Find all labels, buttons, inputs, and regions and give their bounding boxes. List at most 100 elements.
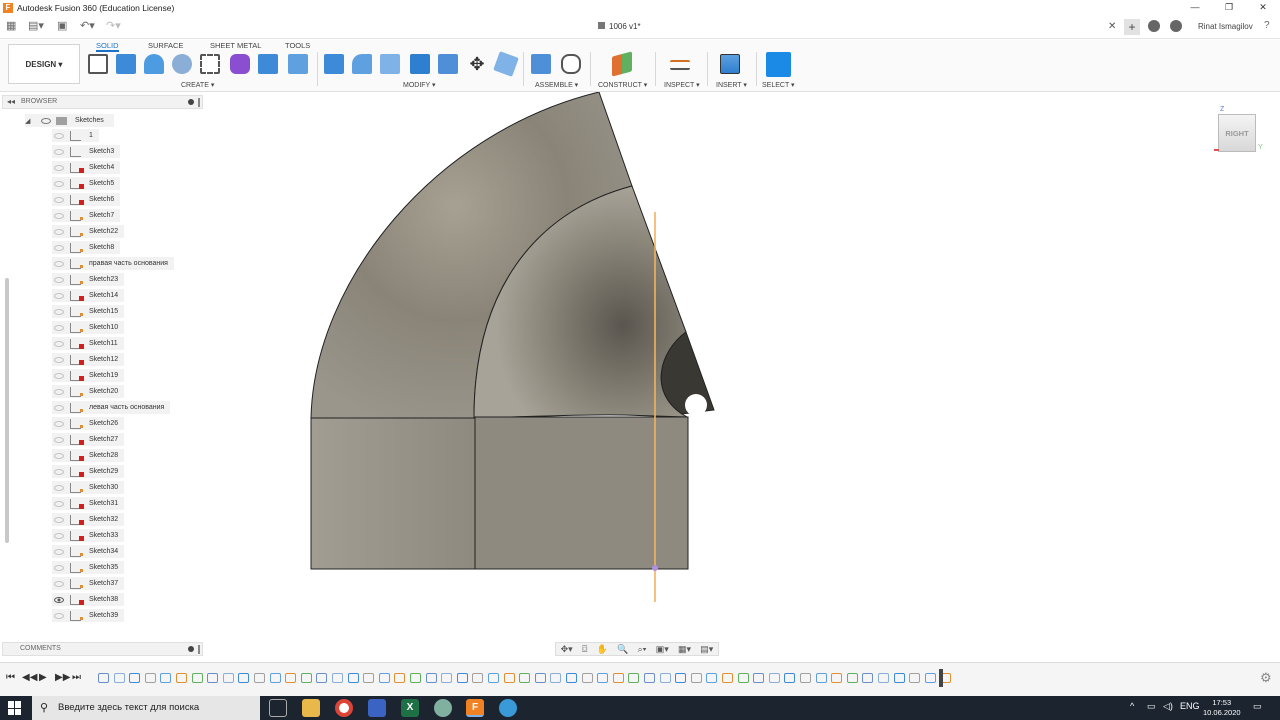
timeline-feature-icon[interactable]: [300, 673, 312, 683]
timeline-feature-icon[interactable]: [846, 673, 858, 683]
combine-icon[interactable]: [410, 54, 430, 74]
visibility-eye-icon[interactable]: [54, 324, 64, 331]
redo-icon[interactable]: ↷▾: [106, 19, 121, 32]
create-menu[interactable]: CREATE ▾: [181, 81, 214, 89]
timeline-feature-icon[interactable]: [191, 673, 203, 683]
browser-sketch-item[interactable]: Sketch29: [52, 465, 125, 478]
timeline-feature-icon[interactable]: [815, 673, 827, 683]
tab-surface[interactable]: SURFACE: [148, 41, 183, 50]
timeline-feature-icon[interactable]: [737, 673, 749, 683]
timeline-feature-icon[interactable]: [534, 673, 546, 683]
visibility-eye-icon[interactable]: [54, 148, 64, 155]
zoom-icon[interactable]: 🔍: [617, 644, 628, 655]
visibility-eye-icon[interactable]: [54, 436, 64, 443]
browser-sketch-item[interactable]: Sketch11: [52, 337, 124, 350]
timeline-feature-icon[interactable]: [800, 673, 811, 683]
volume-icon[interactable]: ◁): [1163, 701, 1173, 712]
browser-sketch-item[interactable]: Sketch26: [52, 417, 125, 430]
timeline-forward-icon[interactable]: ▶▶: [55, 672, 70, 683]
browser-sketch-item[interactable]: Sketch37: [52, 577, 125, 590]
visibility-eye-icon[interactable]: [54, 404, 64, 411]
visibility-eye-icon[interactable]: [54, 164, 64, 171]
job-status-icon[interactable]: [1148, 20, 1160, 32]
browser-sketch-item[interactable]: Sketch35: [52, 561, 125, 574]
timeline-feature-icon[interactable]: [924, 673, 936, 683]
visibility-eye-icon[interactable]: [54, 228, 64, 235]
document-tab[interactable]: 1006 v1*: [598, 22, 641, 31]
timeline-feature-icon[interactable]: [254, 673, 265, 683]
visibility-eye-icon[interactable]: [54, 420, 64, 427]
press-pull-icon[interactable]: [324, 54, 344, 74]
grid-settings-icon[interactable]: ▦▾: [678, 644, 691, 655]
inspect-menu[interactable]: INSPECT ▾: [664, 81, 700, 89]
browser-resize-handle[interactable]: [198, 98, 200, 107]
browser-sketch-item[interactable]: Sketch22: [52, 225, 125, 238]
offset-plane-icon[interactable]: [612, 51, 632, 77]
visibility-eye-icon[interactable]: [54, 596, 64, 603]
visibility-eye-icon[interactable]: [54, 564, 64, 571]
timeline-back-icon[interactable]: ◀◀: [22, 672, 37, 683]
display-settings-icon[interactable]: ▣▾: [656, 644, 669, 655]
timeline-feature-icon[interactable]: [862, 673, 874, 683]
timeline-feature-icon[interactable]: [519, 673, 531, 683]
timeline-feature-icon[interactable]: [394, 673, 406, 683]
extrude-icon[interactable]: [116, 54, 136, 74]
move-copy-icon[interactable]: ✥: [467, 54, 487, 74]
timeline-feature-icon[interactable]: [441, 673, 453, 683]
timeline-feature-icon[interactable]: [628, 673, 640, 683]
pan-icon[interactable]: ✋: [597, 644, 608, 655]
joint-icon[interactable]: [561, 54, 581, 74]
timeline-start-icon[interactable]: ⏮: [6, 672, 15, 683]
save-icon[interactable]: ▣: [57, 19, 67, 32]
undo-icon[interactable]: ↶▾: [80, 19, 95, 32]
browser-sketch-item[interactable]: Sketch30: [52, 481, 125, 494]
close-tab-button[interactable]: ✕: [1108, 21, 1116, 32]
notifications-icon[interactable]: [1170, 20, 1182, 32]
insert-menu[interactable]: INSERT ▾: [716, 81, 747, 89]
browser-pin-icon[interactable]: [188, 99, 194, 105]
modify-menu[interactable]: MODIFY ▾: [403, 81, 436, 89]
visibility-eye-icon[interactable]: [54, 356, 64, 363]
timeline-feature-icon[interactable]: [410, 673, 421, 683]
minimize-button[interactable]: —: [1178, 0, 1212, 15]
browser-sketch-item[interactable]: Sketch27: [52, 433, 125, 446]
fillet-icon[interactable]: [352, 54, 372, 74]
browser-sketch-item[interactable]: Sketch28: [52, 449, 125, 462]
comments-add-icon[interactable]: [188, 646, 194, 652]
visibility-eye-icon[interactable]: [54, 452, 64, 459]
visibility-eye-icon[interactable]: [54, 548, 64, 555]
select-icon[interactable]: [766, 52, 791, 77]
timeline-feature-icon[interactable]: [550, 673, 562, 683]
timeline-feature-icon[interactable]: [753, 673, 765, 683]
chamfer-icon[interactable]: [380, 54, 400, 74]
fusion-taskbar-icon[interactable]: F: [466, 699, 484, 717]
visibility-eye-icon[interactable]: [54, 292, 64, 299]
timeline-settings-icon[interactable]: ⚙: [1260, 670, 1272, 686]
visibility-eye-icon[interactable]: [54, 500, 64, 507]
orbit-icon[interactable]: ✥▾: [561, 644, 573, 655]
visibility-eye-icon[interactable]: [54, 372, 64, 379]
timeline-feature-icon[interactable]: [425, 673, 437, 683]
construct-menu[interactable]: CONSTRUCT ▾: [598, 81, 647, 89]
save-app-icon[interactable]: [368, 699, 386, 717]
timeline-feature-icon[interactable]: [207, 673, 219, 683]
new-tab-button[interactable]: +: [1124, 19, 1140, 35]
timeline-feature-icon[interactable]: [644, 673, 655, 683]
viewcube[interactable]: RIGHT: [1218, 114, 1256, 152]
tray-chevron-icon[interactable]: ^: [1130, 701, 1134, 711]
browser-sketch-item[interactable]: Sketch4: [52, 161, 121, 174]
timeline-feature-icon[interactable]: [566, 673, 577, 683]
browser-sketch-item[interactable]: Sketch15: [52, 305, 125, 318]
visibility-eye-icon[interactable]: [54, 212, 64, 219]
browser-sketch-item[interactable]: правая часть основания: [52, 257, 174, 270]
viewports-icon[interactable]: ▤▾: [700, 644, 713, 655]
timeline-feature-icon[interactable]: [597, 673, 609, 683]
browser-sketch-item[interactable]: Sketch23: [52, 273, 125, 286]
network-icon[interactable]: ▭: [1147, 701, 1156, 712]
browser-sketch-item[interactable]: 1: [52, 129, 99, 142]
taskbar-clock[interactable]: 17:53 10.06.2020: [1203, 698, 1241, 718]
timeline-feature-icon[interactable]: [176, 673, 187, 683]
chrome-icon[interactable]: [335, 699, 353, 717]
visibility-eye-icon[interactable]: [54, 260, 64, 267]
notification-center-icon[interactable]: ▭: [1253, 701, 1262, 712]
